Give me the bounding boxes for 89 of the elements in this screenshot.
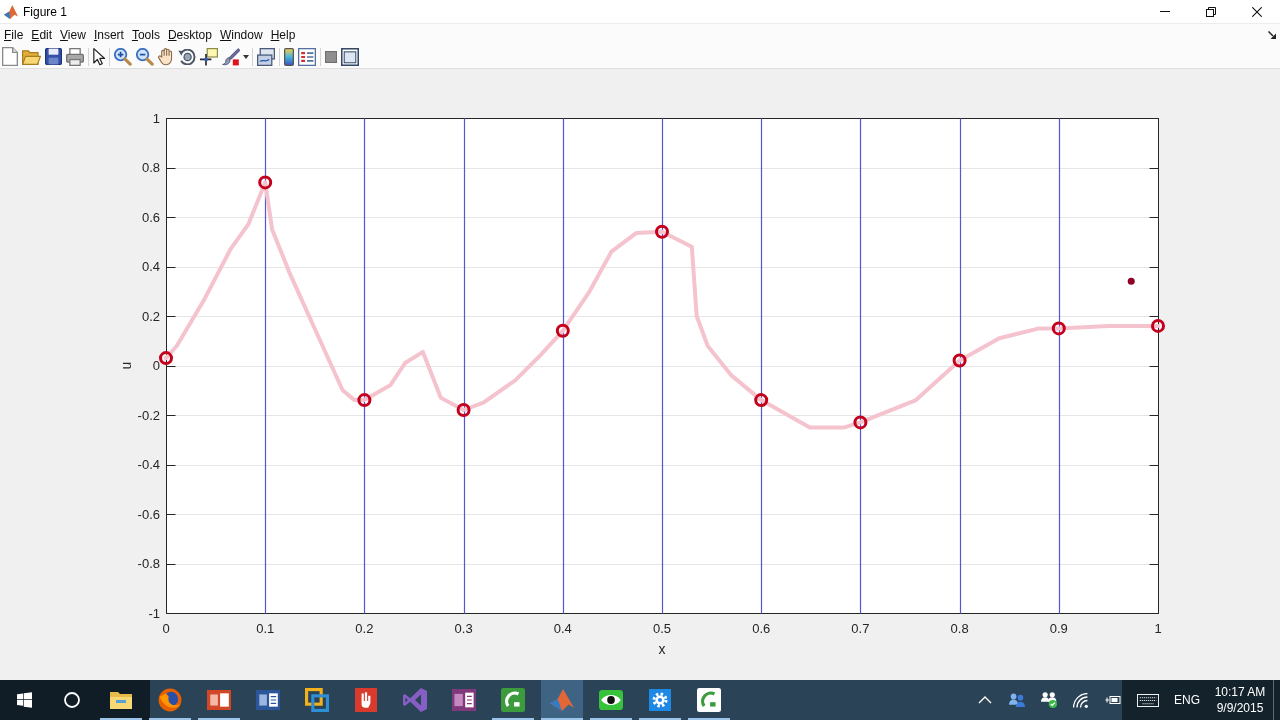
tick-label: 0.5 (652, 621, 672, 636)
language-indicator[interactable]: ENG (1167, 693, 1207, 707)
data-marker (1051, 321, 1066, 336)
tick-label: 0.4 (141, 259, 160, 274)
tick-label: 0.3 (454, 621, 473, 636)
axis-label: x (658, 641, 666, 657)
slides-icon (207, 690, 231, 710)
arc-tile-icon (501, 688, 525, 712)
printer-icon[interactable] (66, 47, 84, 66)
menu-item[interactable]: Tools (127, 25, 164, 44)
globe-icon (158, 688, 182, 712)
menu-item[interactable]: File (0, 25, 28, 44)
eye-icon (599, 690, 623, 710)
tick-label: 0.8 (950, 621, 969, 636)
restore-icon[interactable] (1206, 6, 1216, 17)
tick-label: 1 (152, 110, 160, 126)
pointer-icon[interactable] (93, 47, 105, 66)
window-frame-icon[interactable] (341, 47, 359, 66)
tick-label: -0.2 (137, 407, 160, 423)
caret-icon[interactable] (243, 54, 249, 59)
hand-icon[interactable] (158, 47, 174, 66)
data-marker (456, 403, 471, 417)
keyboard-icon[interactable] (1137, 693, 1159, 707)
dock-arrow-icon[interactable] (1268, 30, 1276, 39)
data-marker (258, 175, 273, 190)
rotate-icon[interactable] (178, 48, 196, 65)
tick-label: 0.2 (141, 308, 160, 324)
colorbar-icon[interactable] (284, 47, 294, 66)
data-marker (159, 351, 173, 366)
data-marker (754, 393, 769, 408)
brush-icon[interactable] (222, 47, 240, 66)
overlapping-squares-icon (305, 688, 329, 712)
tick-label: 0.6 (752, 621, 771, 636)
arc-tile-icon (697, 688, 721, 712)
tick-label: 0.8 (141, 160, 160, 175)
tick-label: -1 (148, 605, 160, 621)
data-marker (357, 393, 372, 408)
square-icon[interactable] (325, 50, 337, 63)
folder-icon (109, 690, 133, 710)
menu-item[interactable]: View (56, 25, 90, 44)
data-marker (952, 353, 967, 368)
ring-icon (64, 692, 80, 708)
menu-item[interactable]: Insert (89, 25, 128, 44)
crosshair-icon[interactable] (200, 47, 218, 66)
battery-icon[interactable] (1105, 696, 1121, 704)
document-icon (256, 690, 280, 710)
four-panes-icon (16, 692, 32, 708)
tick-label: -0.8 (137, 556, 160, 571)
clock-date[interactable]: 9/9/2015 (1216, 700, 1264, 716)
data-marker (853, 415, 868, 430)
tick-label: 0 (162, 621, 170, 636)
data-marker (655, 224, 669, 239)
data-point (1127, 277, 1135, 285)
clock-time[interactable]: 10:17 AM (1214, 684, 1266, 700)
people-check-icon[interactable] (1041, 692, 1057, 708)
close-icon[interactable] (1252, 6, 1262, 17)
tick-label: 0.6 (141, 209, 160, 225)
tick-label: 0.9 (1049, 621, 1068, 636)
data-marker (555, 323, 570, 338)
wifi-icon[interactable] (1073, 692, 1089, 708)
legend-icon[interactable] (298, 47, 316, 66)
tick-label: 0 (152, 358, 160, 373)
menu-item[interactable]: Help (266, 25, 300, 44)
menu-item[interactable]: Desktop (163, 25, 216, 44)
tick-label: 0.1 (256, 621, 275, 636)
tick-label: 0.2 (355, 621, 374, 636)
peak-icon (550, 689, 574, 711)
menu-item[interactable]: Edit (27, 25, 57, 44)
peak-icon (4, 4, 18, 19)
zoom-in-icon[interactable] (114, 47, 132, 66)
window-title: Figure 1 (23, 4, 68, 19)
tick-label: -0.6 (137, 506, 160, 522)
chevron-up-icon[interactable] (978, 696, 992, 704)
folder-icon[interactable] (22, 48, 41, 65)
tick-label: 0.4 (553, 621, 572, 636)
data-marker (1151, 318, 1165, 333)
people-icon[interactable] (1009, 693, 1025, 707)
menu-item[interactable]: Window (215, 25, 267, 44)
tick-label: 1 (1154, 621, 1162, 636)
linked-windows-icon[interactable] (257, 47, 275, 66)
new-page-icon[interactable] (2, 47, 18, 66)
infinity-icon (403, 688, 427, 712)
tick-label: 0.7 (851, 621, 870, 636)
notebook-icon (452, 689, 476, 711)
hand-tile-icon (355, 688, 377, 712)
zoom-out-icon[interactable] (136, 47, 154, 66)
settings-icon (649, 689, 671, 711)
axis-label: u (118, 361, 134, 370)
tick-label: -0.4 (137, 457, 160, 472)
